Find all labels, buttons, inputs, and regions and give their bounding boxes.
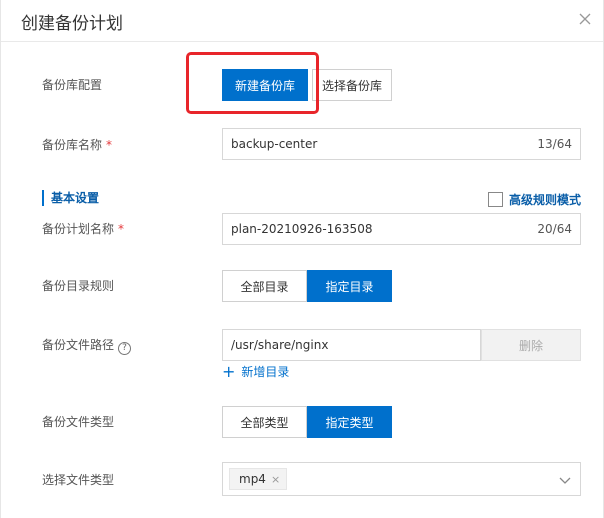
help-icon[interactable]: ?	[118, 342, 132, 355]
select-repo-button[interactable]: 选择备份库	[312, 69, 392, 101]
repo-name-char-count: 13/64	[537, 137, 572, 151]
repo-config-label: 备份库配置	[42, 78, 103, 92]
required-mark: *	[106, 138, 113, 152]
plan-name-value: plan-20210926-163508	[231, 222, 373, 236]
specified-types-option[interactable]: 指定类型	[307, 406, 392, 438]
dialog-header: 创建备份计划	[1, 0, 603, 42]
plan-name-input[interactable]: plan-20210926-163508 20/64	[222, 213, 581, 245]
repo-name-value: backup-center	[231, 137, 318, 151]
repo-name-input[interactable]: backup-center 13/64	[222, 128, 581, 160]
close-icon	[579, 13, 591, 25]
advanced-mode-label: 高级规则模式	[509, 193, 582, 207]
advanced-mode-checkbox[interactable]: 高级规则模式	[488, 191, 581, 208]
plus-icon: +	[222, 361, 236, 381]
chevron-down-icon[interactable]	[558, 473, 572, 487]
add-directory-label: 新增目录	[241, 365, 290, 379]
dir-rule-label: 备份目录规则	[42, 279, 115, 293]
plan-name-char-count: 20/64	[537, 222, 572, 236]
repo-name-label: 备份库名称 *	[42, 136, 112, 153]
specified-directories-option[interactable]: 指定目录	[307, 270, 392, 302]
file-type-select[interactable]: mp4 ×	[222, 462, 581, 496]
plan-name-label-text: 备份计划名称	[42, 222, 115, 236]
new-repo-button[interactable]: 新建备份库	[222, 69, 308, 101]
required-mark: *	[118, 222, 125, 236]
file-type-tag: mp4 ×	[229, 468, 288, 490]
all-types-option[interactable]: 全部类型	[222, 406, 307, 438]
plan-name-label: 备份计划名称 *	[42, 220, 124, 237]
file-path-input[interactable]: /usr/share/nginx	[222, 329, 481, 361]
delete-path-button[interactable]: 删除	[481, 329, 581, 361]
file-path-label: 备份文件路径?	[42, 336, 132, 355]
add-directory-link[interactable]: + 新增目录	[222, 363, 289, 380]
all-directories-option[interactable]: 全部目录	[222, 270, 307, 302]
tag-label: mp4	[239, 472, 266, 486]
repo-name-label-text: 备份库名称	[42, 138, 103, 152]
file-path-label-text: 备份文件路径	[42, 338, 115, 352]
create-backup-plan-dialog: 创建备份计划 备份库配置 新建备份库 选择备份库 备份库名称 * backup-c…	[0, 0, 604, 518]
file-type-label: 备份文件类型	[42, 415, 115, 429]
tag-remove-icon[interactable]: ×	[271, 473, 280, 486]
close-button[interactable]	[577, 11, 593, 27]
select-file-type-label: 选择文件类型	[42, 473, 115, 487]
checkbox-box[interactable]	[488, 192, 503, 207]
file-path-value: /usr/share/nginx	[231, 338, 329, 352]
basic-settings-title: 基本设置	[42, 190, 99, 206]
dialog-title: 创建备份计划	[21, 14, 123, 34]
